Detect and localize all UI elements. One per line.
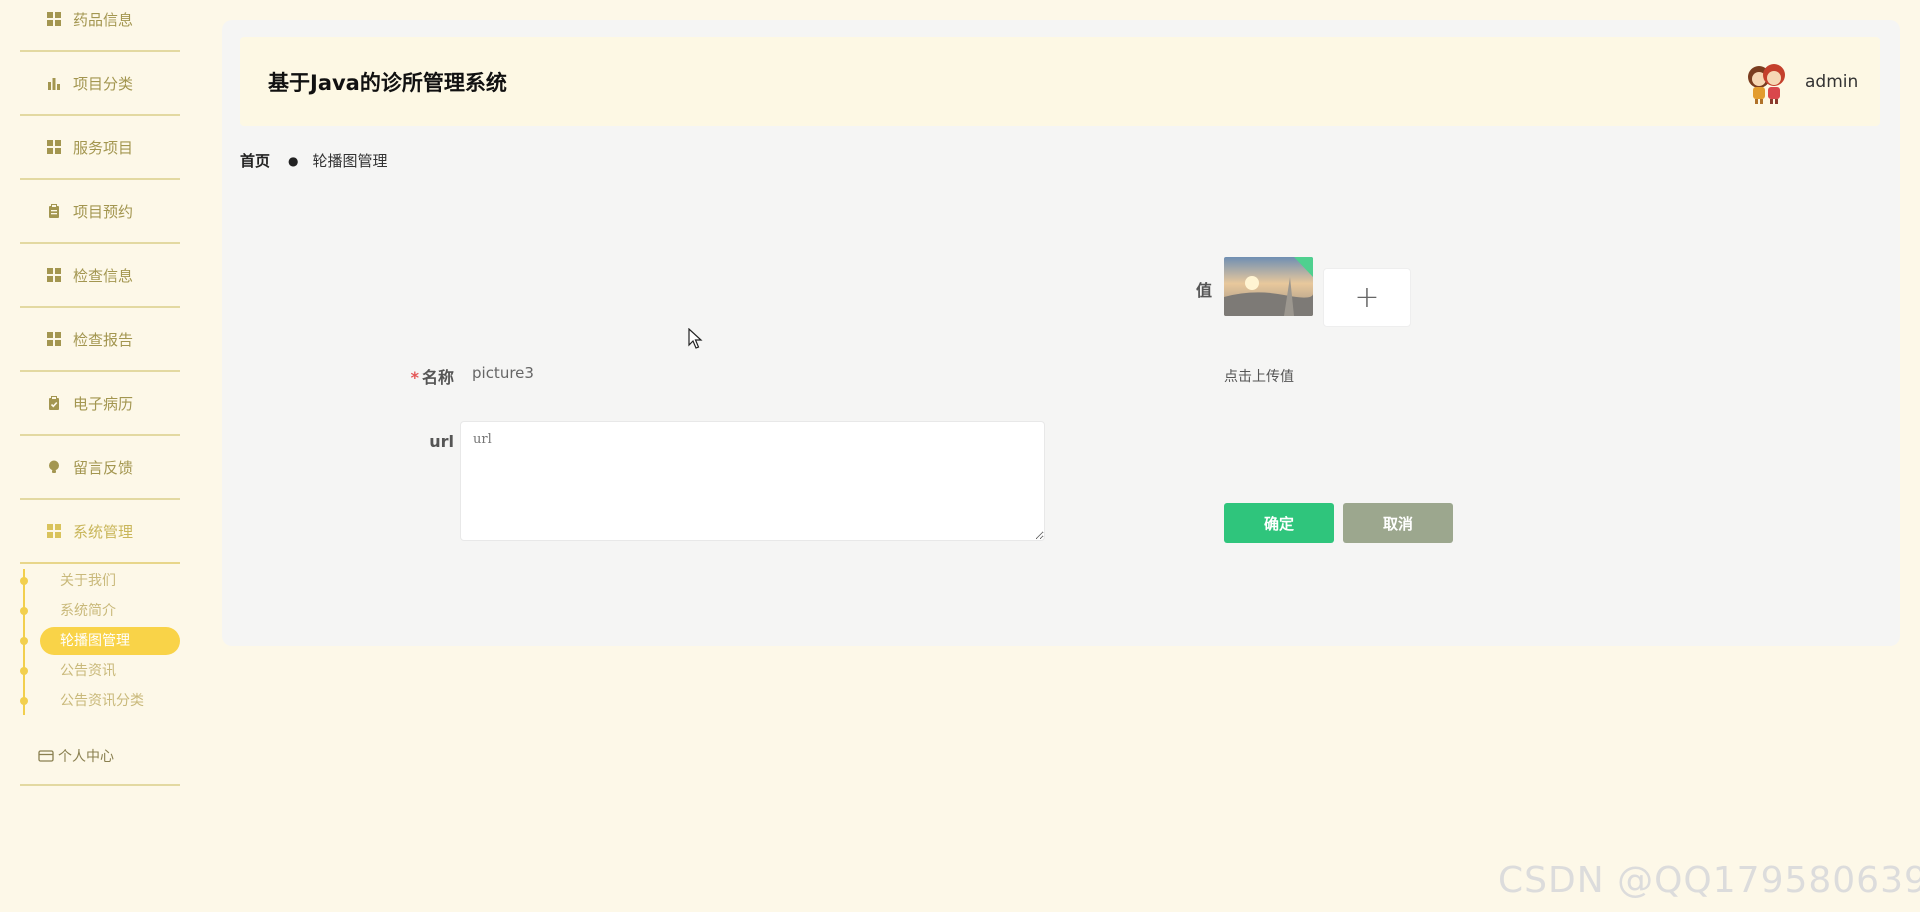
bulb-icon (47, 460, 61, 474)
grid-icon (47, 524, 61, 538)
cancel-button[interactable]: 取消 (1343, 503, 1453, 543)
name-field[interactable]: picture3 (472, 364, 534, 382)
sidebar-item-project-booking[interactable]: 项目预约 (20, 180, 180, 244)
sidebar-item-system-management[interactable]: 系统管理 (20, 500, 180, 564)
sidebar-item-label: 系统管理 (73, 522, 134, 541)
sidebar-item-label: 留言反馈 (73, 458, 134, 477)
sidebar-item-label: 项目分类 (73, 74, 134, 93)
watermark: CSDN @QQ1795806396 (1498, 860, 1920, 901)
breadcrumb: 首页 ● 轮播图管理 (240, 150, 388, 171)
submenu-dot (20, 607, 28, 615)
submenu-item-system-intro[interactable]: 系统简介 (60, 597, 116, 625)
grid-icon (47, 268, 61, 282)
sidebar-item-label: 药品信息 (73, 10, 134, 29)
bar-chart-icon (47, 76, 61, 90)
submenu-item-carousel-management[interactable]: 轮播图管理 (40, 627, 180, 655)
breadcrumb-home[interactable]: 首页 (240, 150, 270, 171)
main-panel: 基于Java的诊所管理系统 admin 首页 ● 轮播图管理 * 名称 pictu… (222, 20, 1900, 646)
app-title: 基于Java的诊所管理系统 (268, 71, 507, 95)
name-label: * 名称 (404, 364, 454, 388)
sidebar-item-label: 检查报告 (73, 330, 134, 349)
clipboard-icon (47, 204, 61, 218)
submenu-item-announcements[interactable]: 公告资讯 (60, 657, 116, 685)
sidebar-item-check-info[interactable]: 检查信息 (20, 244, 180, 308)
username[interactable]: admin (1805, 72, 1858, 92)
required-mark: * (410, 368, 419, 387)
name-label-text: 名称 (421, 368, 454, 387)
sidebar-item-service-project[interactable]: 服务项目 (20, 116, 180, 180)
sidebar-item-label: 项目预约 (73, 202, 134, 221)
upload-tip: 点击上传值 (1224, 369, 1294, 385)
submenu-dot (20, 637, 28, 645)
sidebar-item-label: 服务项目 (73, 138, 134, 157)
confirm-button[interactable]: 确定 (1224, 503, 1334, 543)
submenu-item-announcement-category[interactable]: 公告资讯分类 (60, 687, 144, 715)
url-label: url (429, 432, 454, 451)
avatar[interactable] (1745, 57, 1789, 105)
sidebar-item-medical-record[interactable]: 电子病历 (20, 372, 180, 436)
sidebar-submenu: 关于我们 系统简介 轮播图管理 公告资讯 公告资讯分类 (20, 565, 180, 715)
uploaded-image-thumbnail[interactable] (1224, 257, 1313, 316)
mouse-cursor-icon (688, 327, 704, 350)
url-input[interactable] (460, 421, 1045, 541)
breadcrumb-current: 轮播图管理 (312, 152, 388, 170)
sidebar-item-label: 检查信息 (73, 266, 134, 285)
sidebar-item-label: 电子病历 (73, 394, 134, 413)
sidebar-item-label: 个人中心 (58, 749, 114, 765)
top-header: 基于Java的诊所管理系统 admin (240, 37, 1880, 126)
sidebar-item-personal-center[interactable]: 个人中心 (20, 728, 180, 786)
sidebar-item-feedback[interactable]: 留言反馈 (20, 436, 180, 500)
submenu-dot (20, 577, 28, 585)
upload-button[interactable]: + (1323, 268, 1411, 327)
wallet-icon (38, 749, 54, 763)
clipboard-check-icon (47, 396, 61, 410)
submenu-dot (20, 697, 28, 705)
grid-icon (47, 140, 61, 154)
sidebar-item-check-report[interactable]: 检查报告 (20, 308, 180, 372)
submenu-dot (20, 667, 28, 675)
grid-icon (47, 332, 61, 346)
sidebar-item-project-category[interactable]: 项目分类 (20, 52, 180, 116)
breadcrumb-separator: ● (288, 153, 299, 168)
grid-icon (47, 12, 61, 26)
sidebar: 药品信息 项目分类 服务项目 项目预约 检查信息 检查报告 电子病历 留言反馈 … (0, 0, 200, 912)
submenu-item-about-us[interactable]: 关于我们 (60, 567, 116, 595)
sidebar-item-drug-info[interactable]: 药品信息 (20, 0, 180, 52)
value-label: 值 (1195, 281, 1212, 300)
